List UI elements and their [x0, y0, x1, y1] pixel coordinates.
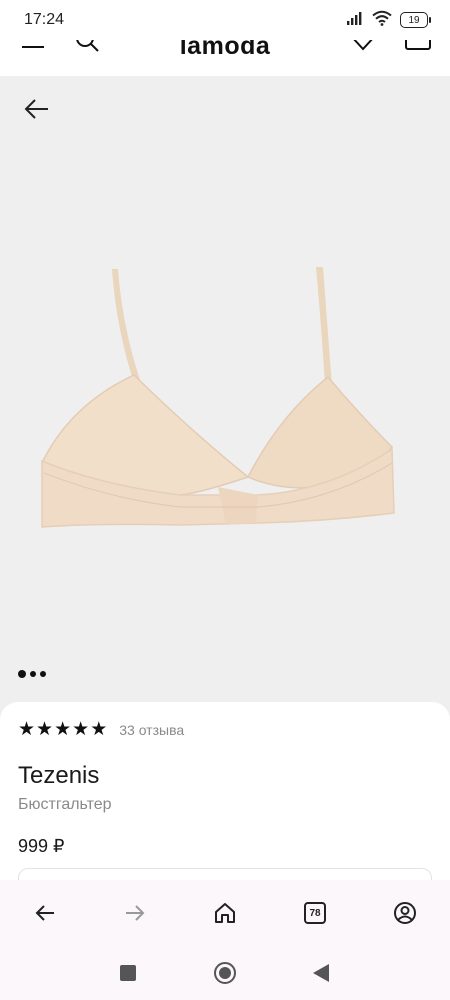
rating-stars: ★ ★ ★ ★ ★ [18, 720, 107, 739]
screen: 17:24 19 lamoda ★ ★ ★ ★ ★ 33 отзыва Teze… [0, 0, 450, 1000]
signal-icon [346, 10, 364, 31]
pagination-dot[interactable] [30, 671, 36, 677]
star-icon: ★ [36, 719, 54, 740]
battery-icon: 19 [400, 12, 431, 28]
back-arrow-icon[interactable] [22, 94, 52, 124]
system-nav [0, 946, 450, 1000]
pagination-dot[interactable] [40, 671, 46, 677]
wifi-icon [372, 10, 392, 31]
star-icon: ★ [72, 719, 90, 740]
forward-icon[interactable] [113, 891, 157, 935]
product-info-card: ★ ★ ★ ★ ★ 33 отзыва Tezenis Бюстгальтер … [0, 702, 450, 908]
rating-row[interactable]: ★ ★ ★ ★ ★ 33 отзыва [18, 720, 184, 739]
back-triangle-icon[interactable] [309, 961, 333, 985]
gallery-pagination[interactable] [18, 670, 46, 678]
star-icon: ★ [18, 719, 36, 740]
browser-nav: 78 [0, 880, 450, 946]
back-icon[interactable] [23, 891, 67, 935]
status-time: 17:24 [24, 11, 65, 28]
recents-icon[interactable] [116, 961, 140, 985]
product-image[interactable] [30, 255, 420, 545]
star-icon: ★ [90, 719, 108, 740]
product-brand[interactable]: Tezenis [18, 762, 99, 790]
home-icon[interactable] [203, 891, 247, 935]
product-price: 999 ₽ [18, 836, 65, 856]
status-icons: 19 [346, 10, 431, 31]
product-type: Бюстгальтер [18, 796, 112, 813]
reviews-count[interactable]: 33 отзыва [119, 722, 184, 738]
tabs-count: 78 [304, 902, 326, 924]
pagination-dot-active[interactable] [18, 670, 26, 678]
tabs-icon[interactable]: 78 [293, 891, 337, 935]
star-icon: ★ [54, 719, 72, 740]
account-icon[interactable] [383, 891, 427, 935]
home-circle-icon[interactable] [213, 961, 237, 985]
status-bar: 17:24 19 [0, 0, 450, 40]
